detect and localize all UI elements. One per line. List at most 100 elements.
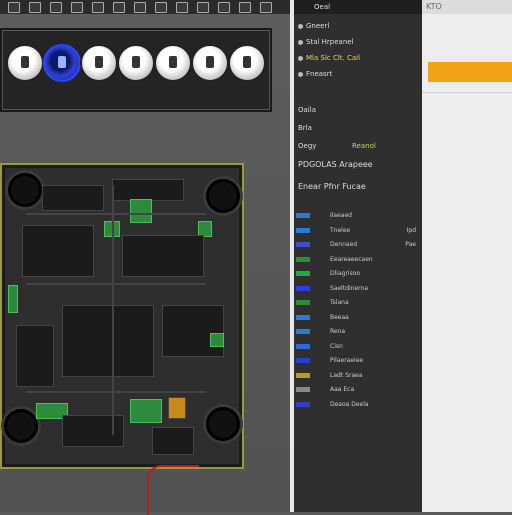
ic-chip[interactable] — [16, 325, 54, 387]
mounting-hole — [206, 179, 240, 213]
panel-item[interactable]: Mla Slc Clt. Cail — [298, 54, 360, 62]
right-pane-header-bar: KTO — [422, 0, 512, 14]
radio-icon — [298, 23, 303, 29]
highlight-bar[interactable] — [428, 62, 512, 82]
layer-label: Aaa Eca — [330, 386, 355, 393]
layer-row[interactable]: Aaa Eca — [294, 384, 422, 396]
pcb-board[interactable] — [0, 163, 244, 469]
layer-color-swatch[interactable] — [296, 300, 310, 305]
toolbar-icon[interactable] — [50, 2, 62, 13]
green-component[interactable] — [210, 333, 224, 347]
panel-item[interactable]: Fneasrt — [298, 70, 332, 78]
layer-label: Tslana — [330, 299, 349, 306]
layer-label: Tnelee — [330, 226, 351, 234]
panel-item-label: Stal Hrpeanel — [306, 38, 354, 46]
layer-color-swatch[interactable] — [296, 242, 310, 247]
toolbar-icon[interactable] — [155, 2, 167, 13]
right-pane: KTO — [422, 0, 512, 512]
toolbar-icon[interactable] — [113, 2, 125, 13]
layer-color-swatch[interactable] — [296, 343, 310, 349]
toolbar-icon[interactable] — [239, 2, 251, 13]
toolbar-icon[interactable] — [8, 2, 20, 13]
green-component[interactable] — [8, 285, 18, 313]
panel-item[interactable]: Gneerl — [298, 22, 329, 30]
layer-row[interactable]: Cisn — [294, 341, 422, 353]
ic-chip[interactable] — [152, 427, 194, 455]
layer-label: Dennaed — [330, 241, 358, 248]
layer-color-swatch[interactable] — [296, 213, 310, 218]
trace — [26, 283, 206, 285]
ic-chip[interactable] — [62, 415, 124, 447]
layer-value: Pae — [405, 241, 416, 248]
knob-active[interactable] — [43, 44, 81, 82]
knob[interactable] — [117, 44, 155, 82]
knob[interactable] — [154, 44, 192, 82]
layer-row[interactable]: Ladt Sraea — [294, 370, 422, 382]
orange-component[interactable] — [168, 397, 186, 419]
group-value[interactable]: Reanol — [352, 142, 376, 150]
layer-label: Saeltdinerna — [330, 284, 369, 292]
ic-chip[interactable] — [162, 305, 224, 357]
ic-chip[interactable] — [22, 225, 94, 277]
ic-chip[interactable] — [112, 179, 184, 201]
ic-chip[interactable] — [122, 235, 204, 277]
knob[interactable] — [191, 44, 229, 82]
section-title: PDGOLAS Arapeee — [298, 160, 373, 169]
layer-row[interactable]: Eeareaeecaen — [294, 254, 422, 266]
panel-header: Oeal — [314, 3, 331, 11]
layer-row[interactable]: Beeaa — [294, 312, 422, 324]
layer-color-swatch[interactable] — [296, 329, 310, 334]
panel-item[interactable]: Stal Hrpeanel — [298, 38, 354, 46]
green-component[interactable] — [130, 399, 162, 423]
layer-color-swatch[interactable] — [296, 314, 310, 320]
layer-label: Beeaa — [330, 313, 349, 321]
ic-chip[interactable] — [42, 185, 104, 211]
right-pane-header: KTO — [426, 2, 442, 11]
knob[interactable] — [80, 44, 118, 82]
trace — [26, 391, 206, 393]
layer-row[interactable]: Saeltdinerna — [294, 283, 422, 295]
properties-panel: Oeal Gneerl Stal Hrpeanel Mla Slc Clt. C… — [294, 0, 422, 512]
layer-color-swatch[interactable] — [296, 256, 310, 262]
layer-row[interactable]: Tslana — [294, 297, 422, 309]
toolbar-icon[interactable] — [176, 2, 188, 13]
radio-icon — [298, 71, 303, 77]
layer-label: Pilaeraeiee — [330, 357, 364, 364]
ic-chip[interactable] — [62, 305, 154, 377]
layer-color-swatch[interactable] — [296, 285, 310, 291]
layer-color-swatch[interactable] — [296, 372, 310, 378]
layer-color-swatch[interactable] — [296, 271, 310, 276]
panel-item-label: Mla Slc Clt. Cail — [306, 54, 361, 62]
layer-row[interactable]: Tnelee Ipd — [294, 225, 422, 237]
trace — [26, 213, 206, 215]
toolbar-icon[interactable] — [134, 2, 146, 13]
layer-color-swatch[interactable] — [296, 387, 310, 392]
mounting-hole — [8, 173, 42, 207]
section-label: Brla — [298, 124, 312, 132]
layer-row[interactable]: Dennaed Pae — [294, 239, 422, 251]
toolbar-icon[interactable] — [71, 2, 83, 13]
panel-header-bar: Oeal — [294, 0, 422, 14]
layer-color-swatch[interactable] — [296, 358, 310, 363]
layer-color-swatch[interactable] — [296, 227, 310, 233]
group-label: Oegy — [298, 142, 317, 150]
layer-color-swatch[interactable] — [296, 401, 310, 407]
panel-item-label: Fneasrt — [306, 70, 333, 78]
knob[interactable] — [6, 44, 44, 82]
knob[interactable] — [228, 44, 266, 82]
layer-row[interactable]: Pilaeraeiee — [294, 355, 422, 367]
toolbar-icon[interactable] — [29, 2, 41, 13]
layer-row[interactable]: Ilaeaed — [294, 210, 422, 222]
toolbar-icon[interactable] — [260, 2, 272, 13]
toolbar-icon[interactable] — [218, 2, 230, 13]
layer-row[interactable]: Rena — [294, 326, 422, 338]
layer-row[interactable]: Deaoa Deela — [294, 399, 422, 411]
radio-icon — [298, 55, 303, 61]
toolbar-icon[interactable] — [92, 2, 104, 13]
green-component[interactable] — [130, 199, 152, 223]
layer-label: Deaoa Deela — [330, 400, 369, 408]
toolbar — [0, 0, 290, 14]
layer-row[interactable]: Dliagrisoo — [294, 268, 422, 280]
toolbar-icon[interactable] — [197, 2, 209, 13]
layer-label: Cisn — [330, 342, 343, 350]
